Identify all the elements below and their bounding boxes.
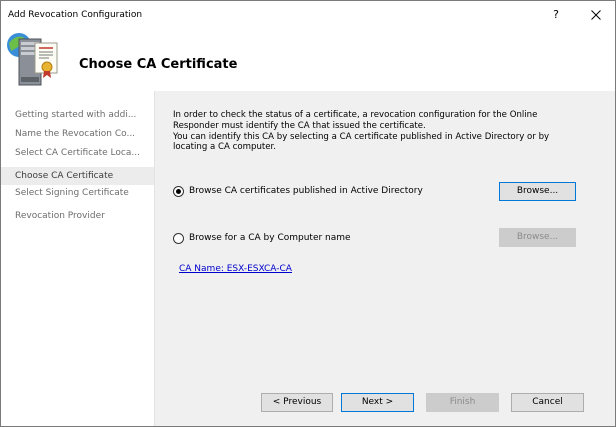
title-bar: Add Revocation Configuration ?	[1, 1, 615, 29]
nav-item-revocation-provider[interactable]: Revocation Provider	[1, 208, 154, 225]
content-panel: In order to check the status of a certif…	[154, 91, 615, 426]
cancel-button[interactable]: Cancel	[511, 393, 584, 412]
radio-computer-name[interactable]: Browse for a CA by Computer name	[173, 231, 351, 245]
wizard-nav: Getting started with addi... Name the Re…	[1, 91, 154, 426]
ca-name-link[interactable]: CA Name: ESX-ESXCA-CA	[179, 264, 292, 274]
certificate-server-icon	[5, 29, 69, 91]
nav-item-getting-started[interactable]: Getting started with addi...	[1, 106, 154, 125]
close-button[interactable]	[585, 5, 607, 25]
radio-label-computer-name: Browse for a CA by Computer name	[189, 233, 351, 243]
description-line: You can identify this CA by selecting a …	[173, 131, 550, 142]
previous-button[interactable]: < Previous	[261, 393, 333, 412]
radio-button[interactable]	[173, 232, 184, 244]
radio-button[interactable]	[173, 185, 184, 197]
nav-item-select-ca-location[interactable]: Select CA Certificate Loca...	[1, 144, 154, 163]
radio-label-active-directory: Browse CA certificates published in Acti…	[189, 186, 423, 196]
page-title: Choose CA Certificate	[79, 57, 238, 72]
nav-item-name-revocation[interactable]: Name the Revocation Co...	[1, 125, 154, 144]
description-line: Responder must identify the CA that issu…	[173, 120, 426, 131]
browse-ad-button[interactable]: Browse...	[499, 182, 576, 201]
finish-button[interactable]: Finish	[426, 393, 499, 412]
radio-active-directory[interactable]: Browse CA certificates published in Acti…	[173, 184, 423, 198]
dialog-window: Add Revocation Configuration ? Choose CA…	[0, 0, 616, 427]
description-line: locating a CA computer.	[173, 142, 277, 153]
nav-item-select-signing-certificate[interactable]: Select Signing Certificate	[1, 185, 154, 202]
nav-item-choose-ca-certificate[interactable]: Choose CA Certificate	[1, 167, 154, 185]
description-line: In order to check the status of a certif…	[173, 110, 538, 120]
close-icon	[591, 10, 601, 20]
description-text: In order to check the status of a certif…	[173, 110, 603, 153]
browse-computer-button[interactable]: Browse...	[499, 228, 576, 247]
next-button[interactable]: Next >	[341, 393, 414, 412]
help-button[interactable]: ?	[546, 5, 566, 25]
wizard-header: Choose CA Certificate	[1, 29, 615, 91]
window-title: Add Revocation Configuration	[8, 10, 143, 20]
